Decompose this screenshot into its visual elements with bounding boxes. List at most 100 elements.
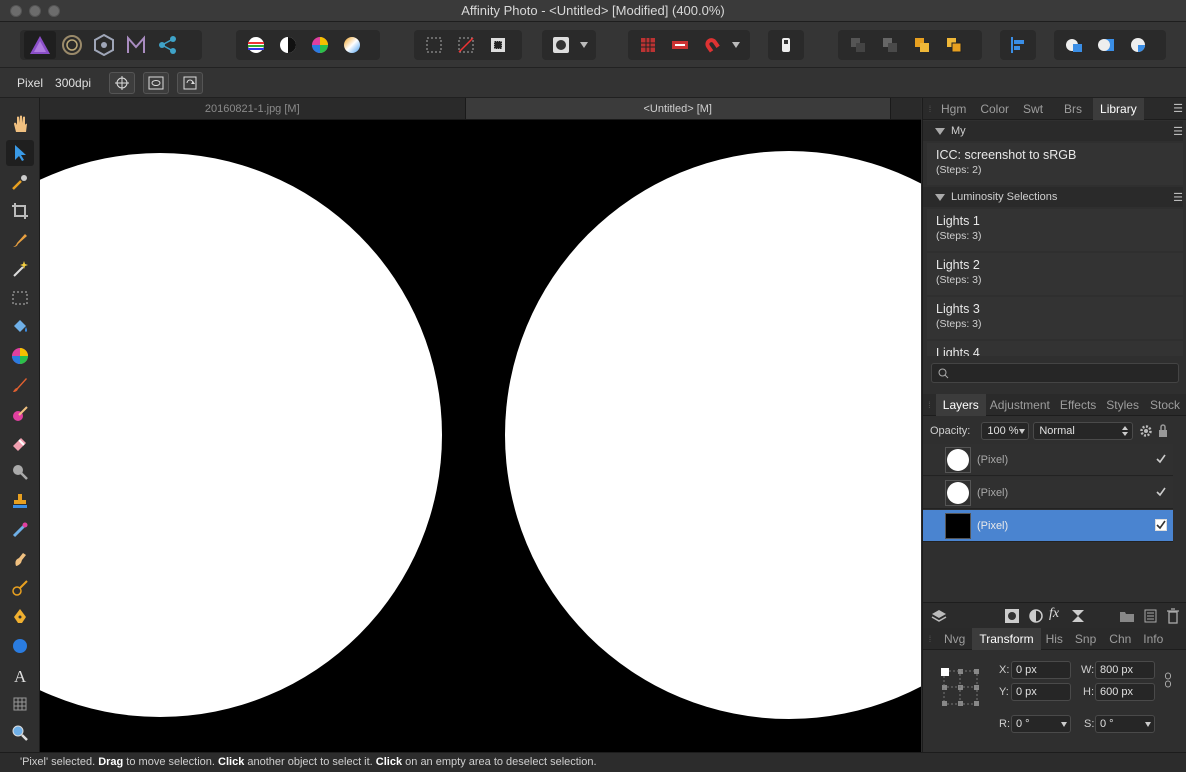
liquify-persona-icon[interactable]	[56, 31, 88, 59]
tone-mapping-persona-icon[interactable]	[120, 31, 152, 59]
tab-adjustment[interactable]: Adjustment	[986, 394, 1057, 416]
tab-nvg[interactable]: Nvg	[937, 628, 972, 650]
section-menu-icon[interactable]: ☰	[1173, 191, 1183, 204]
minimize-window-button[interactable]	[29, 5, 41, 17]
w-field[interactable]: 800 px	[1095, 661, 1155, 679]
document-tab-active[interactable]: <Untitled> [M]	[465, 98, 891, 119]
view-tool-hand-icon[interactable]	[6, 111, 34, 137]
snapping-dropdown-icon[interactable]	[728, 31, 744, 59]
quick-mask-icon[interactable]	[546, 31, 577, 59]
tab-his[interactable]: His	[1041, 628, 1070, 650]
sponge-brush-icon[interactable]	[6, 575, 34, 601]
zoom-tool-icon[interactable]	[6, 720, 34, 746]
color-picker-icon[interactable]	[6, 169, 34, 195]
auto-colors-icon[interactable]	[304, 31, 336, 59]
tab-snp[interactable]: Snp	[1070, 628, 1103, 650]
library-search-input[interactable]	[931, 363, 1179, 383]
photo-persona-icon[interactable]	[24, 31, 56, 59]
paint-brush-icon[interactable]	[6, 372, 34, 398]
gradient-tool-icon[interactable]	[6, 343, 34, 369]
blend-mode-select[interactable]: Normal	[1033, 422, 1134, 440]
clone-stamp-icon[interactable]	[6, 488, 34, 514]
selection-brush-icon[interactable]	[6, 227, 34, 253]
transform-origin-icon[interactable]	[109, 71, 136, 94]
tab-chn[interactable]: Chn	[1103, 628, 1138, 650]
tab-effects[interactable]: Effects	[1057, 394, 1103, 416]
ellipse-shape-icon[interactable]	[6, 633, 34, 659]
deselect-icon[interactable]	[450, 31, 482, 59]
crop-tool-icon[interactable]	[6, 198, 34, 224]
flood-select-wand-icon[interactable]	[6, 256, 34, 282]
snapping-magnet-icon[interactable]	[696, 31, 728, 59]
tab-color[interactable]: Color	[973, 98, 1016, 120]
macro-item[interactable]: ICC: screenshot to sRGB (Steps: 2)	[927, 143, 1183, 185]
group-folder-icon[interactable]	[1119, 609, 1135, 623]
select-all-icon[interactable]	[418, 31, 450, 59]
close-window-button[interactable]	[10, 5, 22, 17]
grid-icon[interactable]	[632, 31, 664, 59]
adjustment-icon[interactable]	[1029, 609, 1043, 623]
library-section-luminosity[interactable]: Luminosity Selections ☰	[923, 187, 1183, 207]
move-tool-arrow-icon[interactable]	[6, 140, 34, 166]
flood-fill-bucket-icon[interactable]	[6, 314, 34, 340]
trash-icon[interactable]	[1167, 608, 1179, 624]
disclosure-triangle-icon[interactable]	[935, 193, 945, 201]
gear-icon[interactable]	[1139, 424, 1153, 438]
units-label[interactable]: Pixel	[0, 76, 53, 90]
pen-tool-icon[interactable]	[6, 604, 34, 630]
lock-icon[interactable]	[1158, 424, 1168, 438]
auto-levels-icon[interactable]	[240, 31, 272, 59]
move-to-front-icon[interactable]	[938, 31, 970, 59]
macro-item-partial[interactable]: Lights 4	[927, 341, 1183, 357]
color-replacement-brush-icon[interactable]	[6, 401, 34, 427]
move-to-back-icon[interactable]	[842, 31, 874, 59]
subtract-shapes-icon[interactable]	[1090, 31, 1122, 59]
disclosure-triangle-icon[interactable]	[935, 127, 945, 135]
marquee-tool-icon[interactable]	[6, 285, 34, 311]
panel-grip-icon[interactable]: ⁞	[923, 394, 936, 416]
layer-visibility-checkbox[interactable]	[1155, 453, 1167, 465]
show-selection-box-icon[interactable]	[143, 71, 170, 94]
macro-item[interactable]: Lights 3 (Steps: 3)	[927, 297, 1183, 339]
force-pixel-alignment-icon[interactable]	[664, 31, 696, 59]
section-menu-icon[interactable]: ☰	[1173, 125, 1183, 138]
panel-menu-icon[interactable]: ☰	[1173, 102, 1183, 115]
layer-row-selected[interactable]: (Pixel)	[923, 510, 1173, 542]
tab-transform[interactable]: Transform	[972, 627, 1041, 650]
fx-icon[interactable]: fx	[1049, 606, 1059, 622]
tab-brs[interactable]: Brs	[1050, 98, 1089, 120]
cycle-selection-box-icon[interactable]	[177, 71, 204, 94]
macro-item[interactable]: Lights 2 (Steps: 3)	[927, 253, 1183, 295]
invert-selection-icon[interactable]	[482, 31, 514, 59]
tab-stock[interactable]: Stock	[1146, 394, 1186, 416]
quick-mask-dropdown-icon[interactable]	[577, 31, 592, 59]
align-icon[interactable]	[1004, 31, 1032, 59]
tab-swt[interactable]: Swt	[1016, 98, 1050, 120]
text-tool-icon[interactable]: A	[6, 662, 34, 688]
layer-visibility-checkbox[interactable]	[1155, 519, 1167, 531]
auto-contrast-icon[interactable]	[272, 31, 304, 59]
tab-library[interactable]: Library	[1093, 97, 1144, 120]
y-field[interactable]: 0 px	[1011, 683, 1071, 701]
macro-item[interactable]: Lights 1 (Steps: 3)	[927, 209, 1183, 251]
blemish-removal-icon[interactable]	[6, 517, 34, 543]
zoom-window-button[interactable]	[48, 5, 60, 17]
move-back-one-icon[interactable]	[874, 31, 906, 59]
export-persona-icon[interactable]	[152, 31, 184, 59]
intersect-shapes-icon[interactable]	[1122, 31, 1154, 59]
document-tab[interactable]: 20160821-1.jpg [M]	[40, 98, 466, 119]
smudge-brush-icon[interactable]	[6, 546, 34, 572]
tab-layers[interactable]: Layers	[935, 393, 986, 416]
shear-field[interactable]: 0 °	[1095, 715, 1155, 733]
layer-row[interactable]: (Pixel)	[923, 477, 1173, 509]
assistant-icon[interactable]	[772, 31, 800, 59]
tab-styles[interactable]: Styles	[1103, 394, 1146, 416]
tab-hgm[interactable]: Hgm	[937, 98, 973, 120]
mask-icon[interactable]	[1005, 609, 1019, 623]
add-shapes-icon[interactable]	[1058, 31, 1090, 59]
h-field[interactable]: 600 px	[1095, 683, 1155, 701]
live-filter-icon[interactable]	[1071, 609, 1085, 623]
x-field[interactable]: 0 px	[1011, 661, 1071, 679]
anchor-grid-icon[interactable]	[939, 666, 981, 708]
layers-stack-icon[interactable]	[931, 608, 947, 624]
